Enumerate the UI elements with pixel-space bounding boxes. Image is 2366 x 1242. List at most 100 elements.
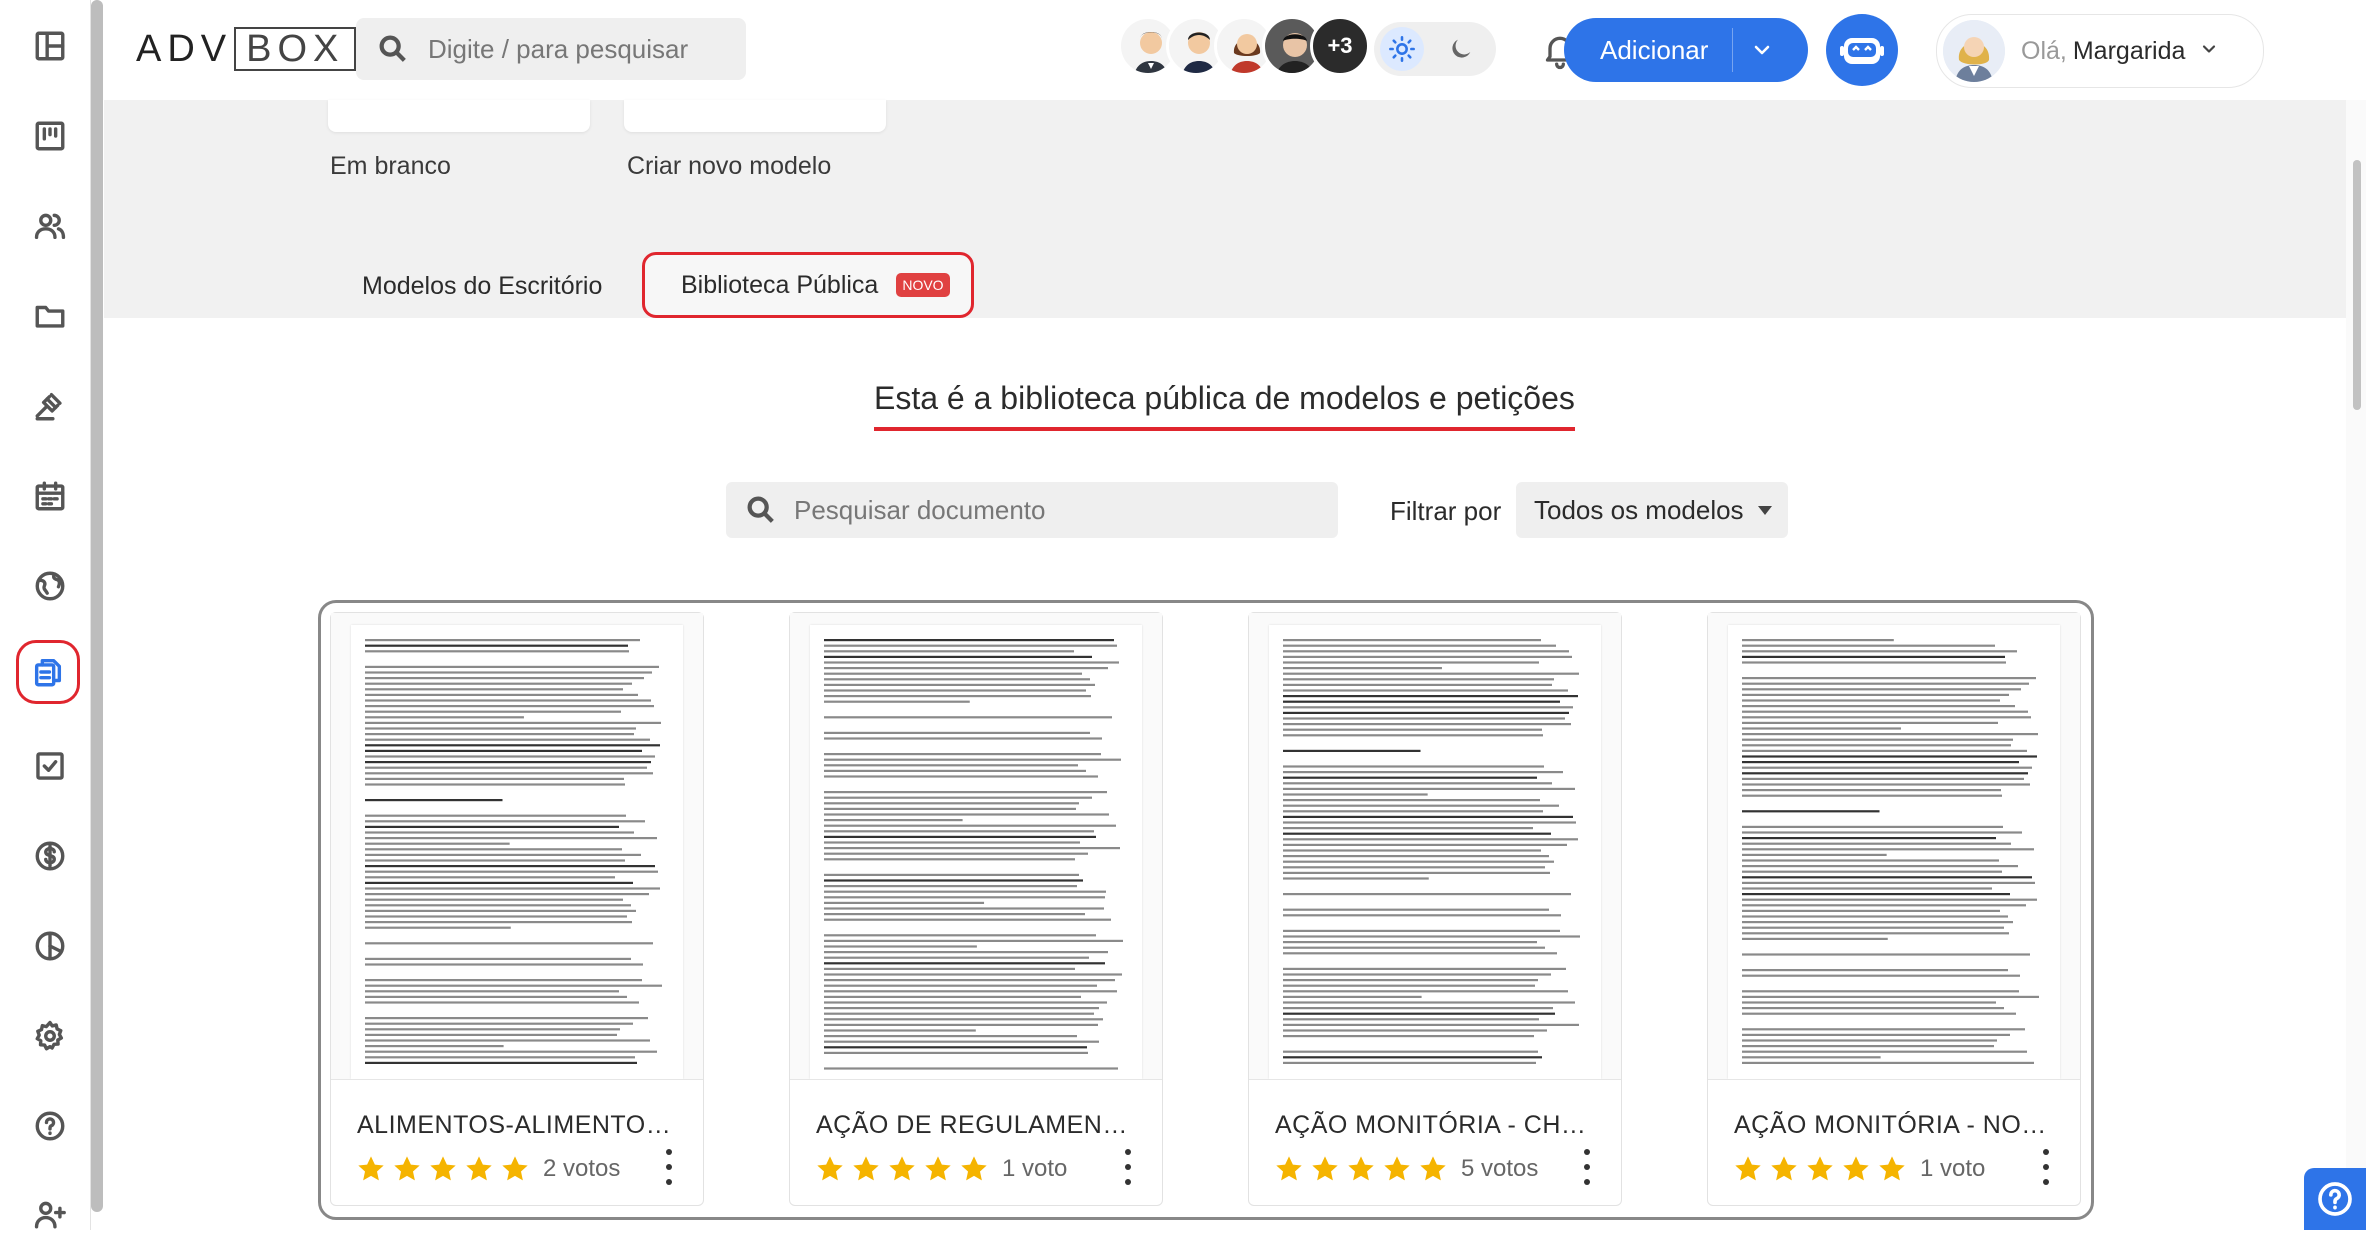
sidebar-item-legal[interactable] [22, 378, 78, 434]
help-icon [35, 1111, 65, 1141]
document-text-lines [1283, 639, 1580, 1064]
document-search-input[interactable] [792, 493, 1316, 527]
user-menu[interactable]: Olá, Margarida [1936, 14, 2264, 88]
star-icon[interactable] [886, 1153, 918, 1185]
gear-icon [35, 1020, 64, 1051]
vote-count: 1 voto [1920, 1155, 1986, 1182]
help-chat-button[interactable] [2304, 1168, 2366, 1230]
star-icon[interactable] [391, 1153, 423, 1185]
sidebar-scrollbar[interactable] [91, 0, 103, 1212]
new-badge: NOVO [896, 273, 950, 297]
star-icon[interactable] [463, 1153, 495, 1185]
document-preview[interactable] [1249, 613, 1621, 1080]
checkbox-icon [36, 752, 64, 780]
kanban-icon [35, 121, 65, 151]
blank-template-label[interactable]: Em branco [330, 152, 451, 181]
star-icon[interactable] [355, 1153, 387, 1185]
sun-icon[interactable] [1380, 27, 1424, 71]
star-icon[interactable] [1417, 1153, 1449, 1185]
rating-stars[interactable]: 1 voto [814, 1153, 1067, 1185]
document-page [1728, 625, 2060, 1079]
star-icon[interactable] [427, 1153, 459, 1185]
rating-stars[interactable]: 5 votos [1273, 1153, 1538, 1185]
more-options-icon[interactable] [1583, 1149, 1591, 1185]
blank-template-tile[interactable] [328, 100, 590, 132]
global-search[interactable] [356, 18, 746, 80]
sidebar-item-contacts[interactable] [22, 198, 78, 254]
filter-label: Filtrar por [1390, 496, 1502, 526]
star-icon[interactable] [499, 1153, 531, 1185]
star-icon[interactable] [1309, 1153, 1341, 1185]
new-model-tile[interactable] [624, 100, 886, 132]
document-page [810, 625, 1142, 1079]
calendar-icon [35, 481, 65, 511]
add-button-label: Adicionar [1600, 34, 1709, 65]
star-icon[interactable] [1273, 1153, 1305, 1185]
star-icon[interactable] [958, 1153, 990, 1185]
vote-count: 2 votos [543, 1155, 621, 1182]
team-avatars[interactable]: +3 [1118, 16, 1370, 80]
user-greeting: Olá, [2021, 36, 2067, 65]
scrollbar-thumb[interactable] [2353, 160, 2361, 410]
sidebar-item-documents[interactable] [16, 640, 80, 704]
sidebar-item-kanban[interactable] [22, 108, 78, 164]
card-title[interactable]: ALIMENTOS-ALIMENTOS... [357, 1111, 677, 1140]
filter-select[interactable]: Todos os modelos [1516, 482, 1788, 538]
star-icon[interactable] [1381, 1153, 1413, 1185]
template-card[interactable]: AÇÃO MONITÓRIA - NOT... 1 voto [1707, 612, 2081, 1206]
library-headline: Esta é a biblioteca pública de modelos e… [874, 380, 1575, 431]
document-text-lines [365, 639, 662, 1064]
star-icon[interactable] [1840, 1153, 1872, 1185]
star-icon[interactable] [1804, 1153, 1836, 1185]
document-search[interactable] [726, 482, 1338, 538]
rating-stars[interactable]: 2 votos [355, 1153, 620, 1185]
global-search-input[interactable] [426, 32, 730, 66]
card-title[interactable]: AÇÃO MONITÓRIA - NOT... [1734, 1111, 2054, 1140]
star-icon[interactable] [922, 1153, 954, 1185]
layout-icon [35, 31, 65, 61]
document-preview[interactable] [331, 613, 703, 1080]
moon-icon[interactable] [1444, 32, 1478, 66]
sidebar-item-web[interactable] [22, 558, 78, 614]
more-options-icon[interactable] [2042, 1149, 2050, 1185]
theme-toggle[interactable] [1374, 22, 1496, 76]
sidebar-item-dashboard[interactable] [22, 18, 78, 74]
star-icon[interactable] [814, 1153, 846, 1185]
rating-stars[interactable]: 1 voto [1732, 1153, 1985, 1185]
sidebar-item-finance[interactable] [22, 828, 78, 884]
gavel-icon [35, 392, 62, 421]
tab-public-library[interactable]: Biblioteca Pública NOVO [642, 252, 974, 318]
more-options-icon[interactable] [665, 1149, 673, 1185]
document-preview[interactable] [1708, 613, 2080, 1080]
template-card[interactable]: ALIMENTOS-ALIMENTOS... 2 votos [330, 612, 704, 1206]
star-icon[interactable] [850, 1153, 882, 1185]
star-icon[interactable] [1345, 1153, 1377, 1185]
document-text-lines [1742, 639, 2039, 1064]
card-title[interactable]: AÇÃO DE REGULAMENTA... [816, 1111, 1136, 1140]
add-button[interactable]: Adicionar [1564, 18, 1808, 82]
more-options-icon[interactable] [1124, 1149, 1132, 1185]
card-title[interactable]: AÇÃO MONITÓRIA - CHE... [1275, 1111, 1595, 1140]
assistant-robot-button[interactable] [1826, 14, 1898, 86]
add-button-divider [1732, 28, 1733, 72]
star-icon[interactable] [1732, 1153, 1764, 1185]
sidebar-item-calendar[interactable] [22, 468, 78, 524]
sidebar-item-help[interactable] [22, 1098, 78, 1154]
sidebar-item-processes[interactable] [22, 288, 78, 344]
sidebar-item-reports[interactable] [22, 918, 78, 974]
more-members-count[interactable]: +3 [1310, 16, 1370, 76]
template-card[interactable]: AÇÃO DE REGULAMENTA... 1 voto [789, 612, 1163, 1206]
document-preview[interactable] [790, 613, 1162, 1080]
app-logo[interactable]: ADV BOX [136, 26, 357, 72]
help-icon [2318, 1182, 2352, 1216]
star-icon[interactable] [1768, 1153, 1800, 1185]
tab-office-models[interactable]: Modelos do Escritório [362, 272, 602, 301]
chevron-down-icon[interactable] [1750, 38, 1774, 67]
sidebar-item-tasks[interactable] [22, 738, 78, 794]
sidebar-item-settings[interactable] [22, 1008, 78, 1064]
new-model-label[interactable]: Criar novo modelo [627, 152, 831, 181]
template-card[interactable]: AÇÃO MONITÓRIA - CHE... 5 votos [1248, 612, 1622, 1206]
sidebar-item-invite[interactable] [22, 1186, 78, 1242]
content-scrollbar[interactable] [2346, 100, 2366, 1230]
star-icon[interactable] [1876, 1153, 1908, 1185]
